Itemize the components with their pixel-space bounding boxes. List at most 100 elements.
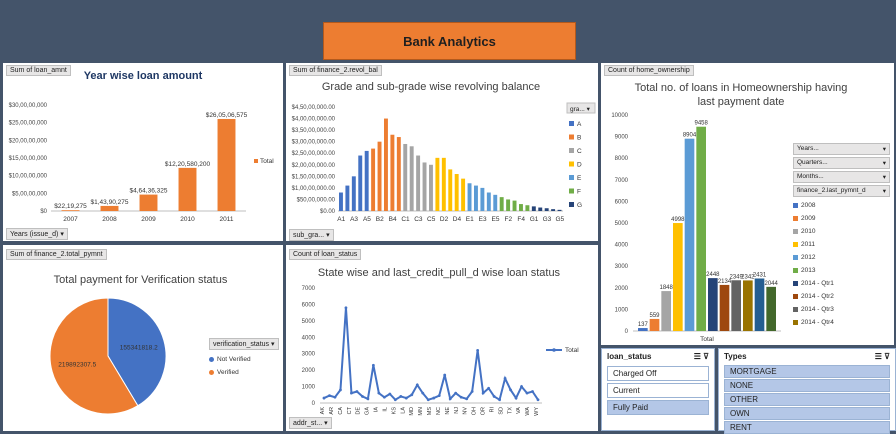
slicer-item-charged-off[interactable]: Charged Off [607, 366, 709, 381]
multi-select-icon[interactable]: ☰ ⊽ [875, 352, 890, 361]
data-point [426, 398, 430, 402]
data-point [328, 394, 331, 398]
legend-swatch [569, 148, 574, 153]
slicer-item-fully-paid[interactable]: Fully Paid [607, 400, 709, 415]
legend-label: 2011 [801, 241, 815, 248]
y-tick-label: $5,00,00,000 [12, 191, 48, 197]
slicer-item-other[interactable]: OTHER [724, 393, 890, 406]
legend-label: F [577, 189, 581, 196]
axis-button-years[interactable]: Years (issue_d) ▾ [6, 228, 68, 240]
bar [486, 192, 491, 211]
y-tick-label: 2000 [302, 368, 316, 374]
filter-icon: ▾ [60, 231, 64, 238]
x-tick-label: DE [356, 407, 362, 415]
data-point [481, 391, 485, 395]
last-pymnt-filter[interactable]: finance_2.last_pymnt_d ▾ [793, 185, 890, 197]
bar [512, 200, 517, 211]
panel-loan-amount-chart[interactable]: Sum of loan_amnt Year wise loan amount $… [3, 63, 283, 241]
x-tick-label: OH [472, 407, 478, 415]
y-tick-label: 3000 [615, 264, 629, 270]
legend-item: 2010 [793, 225, 890, 238]
bar [461, 178, 466, 211]
multi-select-icon[interactable]: ☰ ⊽ [694, 352, 709, 361]
axis-button-addr-state[interactable]: addr_st... ▾ [289, 417, 332, 429]
legend-item: 2012 [793, 251, 890, 264]
axis-button-sub-grade[interactable]: sub_gra... ▾ [289, 229, 334, 241]
y-tick-label: $2,50,00,000.00 [292, 151, 336, 157]
bar [474, 185, 478, 211]
legend-swatch [569, 188, 574, 194]
slicer-item-current[interactable]: Current [607, 383, 709, 398]
panel-homeownership-chart[interactable]: Count of home_ownership Total no. of loa… [601, 63, 894, 345]
bar [493, 194, 498, 211]
bar [139, 194, 158, 211]
bar [178, 167, 197, 211]
slicer-item-none[interactable]: NONE [724, 379, 890, 392]
loan-amount-bar-chart: $0 $5,00,00,000 $10,00,00,000 $15,00,00,000… [9, 103, 275, 223]
panel-revolving-balance-chart[interactable]: Sum of finance_2.revol_bal Grade and sub… [286, 63, 598, 241]
x-tick-label: G3 [543, 216, 552, 223]
data-point [459, 395, 463, 399]
legend-swatch [793, 294, 798, 299]
chevron-down-icon: ▾ [882, 174, 886, 181]
slicer-item-mortgage[interactable]: MORTGAGE [724, 365, 890, 378]
legend-item: 2014 - Qtr3 [793, 303, 890, 316]
data-label: 219892307.5 [58, 362, 96, 369]
bar [396, 137, 401, 211]
data-label: 2044 [764, 281, 778, 287]
months-filter[interactable]: Months... ▾ [793, 171, 890, 183]
data-point [498, 398, 501, 402]
legend-item: 2014 - Qtr2 [793, 290, 890, 303]
data-point [536, 398, 540, 402]
slicer-types[interactable]: Types ☰ ⊽ MORTGAGE NONE OTHER OWN RENT [718, 348, 896, 434]
chevron-down-icon: ▾ [324, 420, 328, 427]
data-point [476, 349, 480, 352]
y-tick-label: $20,00,00,000 [9, 138, 48, 144]
legend-field-verification-status[interactable]: verification_status ▾ [209, 338, 279, 350]
slicer-item-own[interactable]: OWN [724, 407, 890, 420]
data-point [531, 390, 534, 393]
bar [435, 157, 440, 211]
data-label: 2431 [753, 272, 767, 278]
panel-verification-pie[interactable]: Sum of finance_2.total_pymnt Total payme… [3, 245, 283, 431]
x-tick-label: NV [463, 407, 469, 415]
filter-label: finance_2.last_pymnt_d [797, 187, 866, 194]
x-tick-label: IA [374, 407, 380, 413]
legend-label: G [577, 202, 582, 209]
data-point [421, 391, 425, 395]
data-label: 1848 [659, 285, 673, 291]
data-point [377, 391, 381, 395]
chevron-down-icon: ▾ [882, 160, 886, 167]
x-tick-label: IL [382, 407, 388, 412]
data-point [509, 388, 512, 392]
bar [743, 280, 753, 331]
slicer-title: Types [724, 352, 747, 361]
slicer-loan-status[interactable]: loan_status ☰ ⊽ Charged Off Current Fully… [601, 348, 715, 431]
panel-state-loan-status[interactable]: Count of loan_status State wise and last… [286, 245, 598, 431]
data-point [492, 395, 496, 398]
legend-not-verified: Not Verified [209, 353, 279, 366]
x-tick-label: WY [534, 407, 540, 416]
y-tick-label: 0 [312, 401, 316, 407]
x-tick-label: F2 [505, 216, 513, 223]
x-tick-label: 2007 [63, 216, 78, 223]
legend-verified: Verified [209, 366, 279, 379]
legend-item: 2008 [793, 199, 890, 212]
x-tick-label: A1 [337, 216, 345, 223]
years-filter[interactable]: Years... ▾ [793, 143, 890, 155]
data-point [382, 395, 386, 399]
slicer-item-rent[interactable]: RENT [724, 421, 890, 434]
quarters-filter[interactable]: Quarters... ▾ [793, 157, 890, 169]
bar [345, 185, 350, 211]
bar [467, 183, 472, 211]
legend-label: Total [260, 158, 274, 165]
bar [754, 278, 765, 331]
bar [661, 291, 671, 331]
y-tick-label: $3,50,00,000.00 [292, 128, 336, 134]
legend-title: gra... ▾ [570, 106, 591, 113]
x-tick-label: F4 [517, 216, 525, 223]
y-tick-label: 7000 [615, 178, 629, 184]
y-tick-label: 7000 [302, 286, 316, 292]
data-point [525, 391, 529, 395]
legend-swatch [209, 370, 214, 375]
